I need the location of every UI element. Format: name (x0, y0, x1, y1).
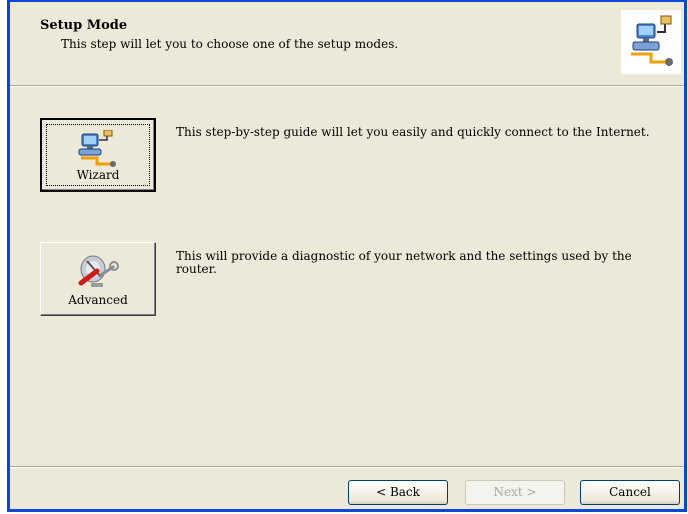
satellite-dish-tools-icon (78, 255, 119, 287)
footer-divider (10, 466, 684, 468)
dialog-header: Setup Mode This step will let you to cho… (10, 2, 684, 85)
setup-dialog: Setup Mode This step will let you to cho… (7, 0, 687, 512)
back-button[interactable]: < Back (348, 480, 448, 505)
advanced-description: This will provide a diagnostic of your n… (176, 249, 632, 276)
wizard-button-label: Wizard (76, 168, 120, 182)
cancel-button[interactable]: Cancel (580, 480, 680, 505)
page-title: Setup Mode (40, 18, 128, 33)
wizard-description: This step-by-step guide will let you eas… (176, 125, 650, 139)
advanced-button-label: Advanced (68, 293, 128, 307)
header-icon-panel (621, 10, 681, 74)
wizard-button[interactable]: Wizard (40, 118, 156, 192)
network-wizard-icon (78, 130, 116, 167)
page-subtitle: This step will let you to choose one of … (61, 37, 399, 51)
header-divider (10, 85, 684, 87)
network-wizard-icon (631, 15, 673, 66)
advanced-button[interactable]: Advanced (40, 242, 156, 316)
next-button[interactable]: Next > (465, 480, 565, 505)
